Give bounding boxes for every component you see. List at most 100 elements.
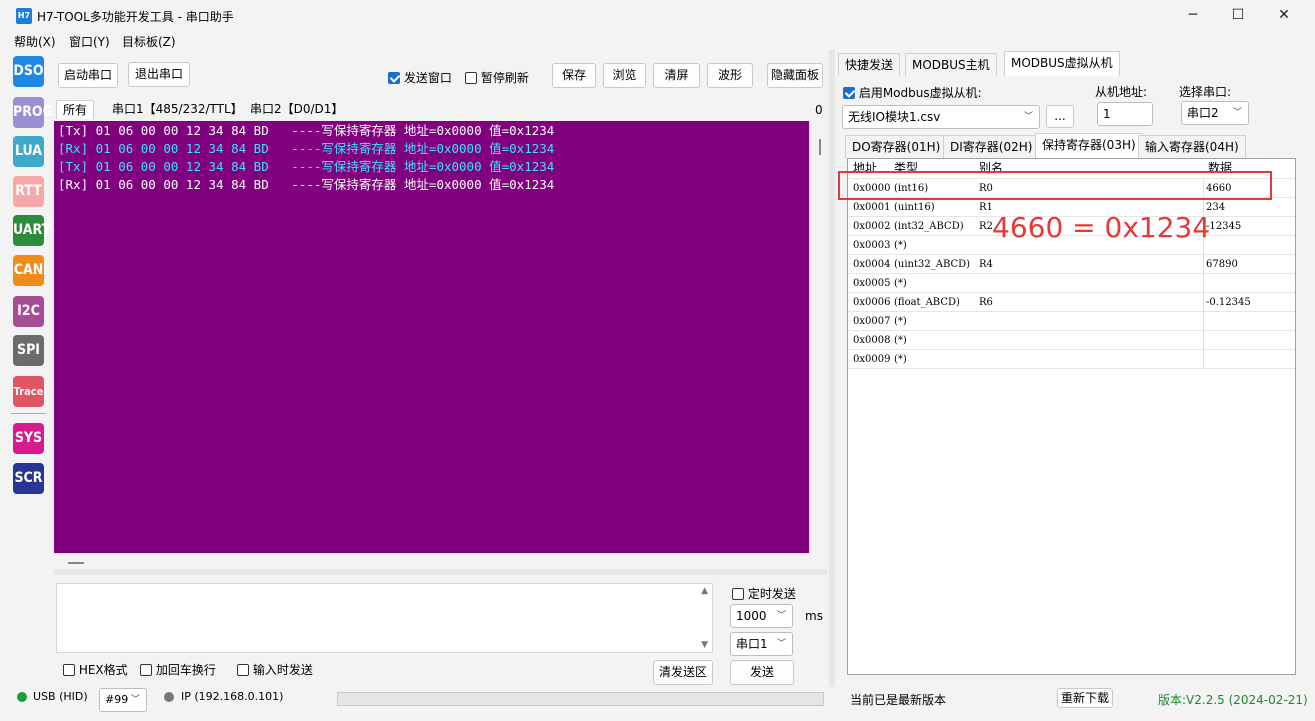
- cell-type[interactable]: (*): [894, 350, 907, 369]
- cell-address[interactable]: 0x0001: [853, 198, 890, 217]
- interval-select[interactable]: 1000 ﹀: [730, 604, 793, 628]
- sidebar-scr-button[interactable]: SCR: [13, 463, 44, 494]
- splitter[interactable]: [54, 569, 827, 575]
- menu-window[interactable]: 窗口(Y): [69, 33, 110, 50]
- minimize-button[interactable]: ─: [1170, 0, 1216, 31]
- sidebar-can-button[interactable]: CAN: [13, 255, 44, 286]
- redownload-button[interactable]: 重新下载: [1057, 688, 1113, 708]
- tab-modbus-slave[interactable]: MODBUS虚拟从机: [1004, 51, 1120, 76]
- cell-address[interactable]: 0x0007: [853, 312, 890, 331]
- tab-di-registers[interactable]: DI寄存器(02H): [943, 135, 1040, 158]
- sidebar-dso-button[interactable]: DSO: [13, 56, 44, 87]
- sidebar-spi-button[interactable]: SPI: [13, 335, 44, 366]
- cell-alias[interactable]: R6: [979, 293, 993, 312]
- cell-address[interactable]: 0x0009: [853, 350, 890, 369]
- waveform-button[interactable]: 波形: [707, 63, 753, 88]
- maximize-button[interactable]: ☐: [1215, 0, 1261, 31]
- panel-splitter[interactable]: [829, 50, 835, 687]
- browse-button[interactable]: 浏览: [603, 63, 646, 88]
- checkbox-checked-icon: [843, 87, 855, 99]
- tab-port1[interactable]: 串口1【485/232/TTL】: [106, 100, 249, 119]
- sidebar-uart-button[interactable]: UART: [13, 215, 50, 246]
- csv-file-select[interactable]: 无线IO模块1.csv ﹀: [842, 105, 1040, 129]
- tab-modbus-master[interactable]: MODBUS主机: [905, 53, 997, 76]
- table-row[interactable]: 0x0008 (*): [848, 331, 1295, 350]
- cell-alias[interactable]: R1: [979, 198, 993, 217]
- cell-type[interactable]: (int32_ABCD): [894, 217, 964, 236]
- table-row[interactable]: 0x0007 (*): [848, 312, 1295, 331]
- menu-help[interactable]: 帮助(X): [14, 33, 56, 50]
- exit-port-button[interactable]: 退出串口: [128, 62, 190, 87]
- cell-address[interactable]: 0x0004: [853, 255, 890, 274]
- cell-type[interactable]: (uint16): [894, 198, 935, 217]
- close-button[interactable]: ✕: [1261, 0, 1307, 31]
- enable-slave-checkbox[interactable]: 启用Modbus虚拟从机:: [843, 84, 982, 101]
- cell-alias[interactable]: R2: [979, 217, 993, 236]
- cell-address[interactable]: 0x0005: [853, 274, 890, 293]
- terminal-scrollbar[interactable]: [809, 121, 827, 553]
- send-on-input-checkbox[interactable]: 输入时发送: [237, 661, 313, 678]
- sidebar-lua-button[interactable]: LUA: [13, 136, 44, 167]
- clear-send-button[interactable]: 清发送区: [653, 660, 713, 685]
- ip-status: IP (192.168.0.101): [181, 690, 284, 703]
- table-row[interactable]: 0x0005 (*): [848, 274, 1295, 293]
- cell-address[interactable]: 0x0002: [853, 217, 890, 236]
- send-on-input-label: 输入时发送: [252, 663, 313, 677]
- terminal-line: [Tx] 01 06 00 00 12 34 84 BD ----写保持寄存器 …: [58, 123, 555, 138]
- cell-address[interactable]: 0x0008: [853, 331, 890, 350]
- sidebar-sys-button[interactable]: SYS: [13, 423, 44, 454]
- table-row[interactable]: 0x0009 (*): [848, 350, 1295, 369]
- cell-type[interactable]: (uint32_ABCD): [894, 255, 970, 274]
- cell-data[interactable]: -0.12345: [1206, 293, 1251, 312]
- tab-all[interactable]: 所有: [56, 100, 95, 119]
- crlf-checkbox[interactable]: 加回车换行: [140, 661, 216, 678]
- slave-addr-input[interactable]: 1: [1097, 102, 1153, 126]
- table-row[interactable]: 0x0004 (uint32_ABCD) R4 67890: [848, 255, 1295, 274]
- send-port-select[interactable]: 串口1 ﹀: [730, 632, 793, 656]
- cell-address[interactable]: 0x0006: [853, 293, 890, 312]
- cell-data[interactable]: 67890: [1206, 255, 1238, 274]
- tab-holding-registers[interactable]: 保持寄存器(03H): [1035, 133, 1143, 158]
- terminal-output[interactable]: [Tx] 01 06 00 00 12 34 84 BD ----写保持寄存器 …: [54, 121, 809, 553]
- slave-port-select[interactable]: 串口2 ﹀: [1181, 101, 1249, 125]
- hscroll-thumb[interactable]: [68, 562, 84, 564]
- send-window-checkbox[interactable]: 发送窗口: [388, 69, 452, 86]
- clear-screen-button[interactable]: 清屏: [653, 63, 700, 88]
- timed-send-checkbox[interactable]: 定时发送: [732, 585, 796, 602]
- cell-type[interactable]: (*): [894, 331, 907, 350]
- cell-type[interactable]: (*): [894, 312, 907, 331]
- sidebar-divider: [11, 413, 46, 414]
- tab-port2[interactable]: 串口2【D0/D1】: [244, 100, 349, 119]
- cell-type[interactable]: (float_ABCD): [894, 293, 960, 312]
- tab-quick-send[interactable]: 快捷发送: [838, 53, 901, 76]
- cell-type[interactable]: (*): [894, 236, 907, 255]
- hide-panel-button[interactable]: 隐藏面板: [767, 63, 823, 88]
- slave-port-value: 串口2: [1187, 106, 1219, 120]
- device-select[interactable]: #99 ﹀: [99, 688, 147, 712]
- scrollbar-thumb[interactable]: [819, 139, 821, 155]
- start-port-button[interactable]: 启动串口: [58, 63, 118, 88]
- sidebar-i2c-button[interactable]: I2C: [13, 296, 44, 327]
- menu-target-board[interactable]: 目标板(Z): [122, 33, 176, 50]
- hex-checkbox[interactable]: HEX格式: [63, 661, 128, 678]
- cell-alias[interactable]: R4: [979, 255, 993, 274]
- scroll-down-icon[interactable]: ▼: [701, 640, 708, 650]
- tab-input-registers[interactable]: 输入寄存器(04H): [1138, 135, 1246, 158]
- table-row[interactable]: 0x0006 (float_ABCD) R6 -0.12345: [848, 293, 1295, 312]
- send-textarea[interactable]: ▲ ▼: [56, 583, 713, 653]
- sidebar-trace-button[interactable]: Trace: [13, 376, 44, 407]
- column-divider: [1203, 274, 1204, 293]
- sidebar-rtt-button[interactable]: RTT: [13, 176, 44, 207]
- horizontal-scrollbar[interactable]: [54, 553, 827, 569]
- save-button[interactable]: 保存: [552, 63, 596, 88]
- cell-type[interactable]: (*): [894, 274, 907, 293]
- scroll-up-icon[interactable]: ▲: [701, 586, 708, 596]
- cell-data[interactable]: -12345: [1206, 217, 1241, 236]
- sidebar-prog-button[interactable]: PROG: [13, 97, 53, 128]
- ms-label: ms: [805, 609, 823, 623]
- pause-refresh-checkbox[interactable]: 暂停刷新: [465, 69, 529, 86]
- browse-csv-button[interactable]: ...: [1046, 105, 1074, 128]
- tab-do-registers[interactable]: DO寄存器(01H): [845, 135, 948, 158]
- send-button[interactable]: 发送: [730, 660, 794, 685]
- cell-address[interactable]: 0x0003: [853, 236, 890, 255]
